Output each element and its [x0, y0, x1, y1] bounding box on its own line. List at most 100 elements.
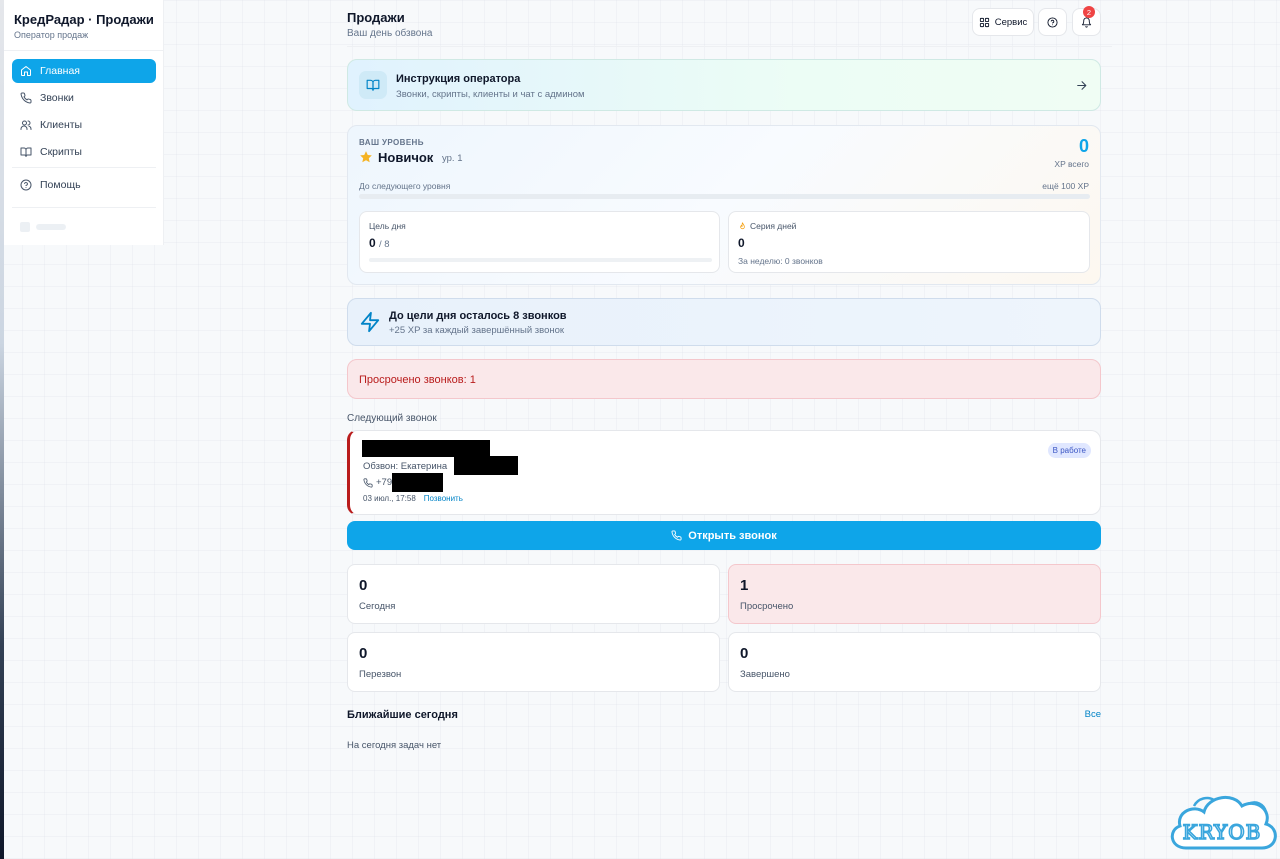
level-label: ВАШ УРОВЕНЬ	[359, 138, 424, 147]
divider	[12, 207, 156, 208]
streak-value: 0	[738, 236, 745, 250]
daily-goal-done: 0	[369, 236, 376, 250]
redacted-phone-digits	[392, 473, 443, 492]
stat-value: 0	[740, 645, 749, 662]
watermark-logo: KRYOB	[1170, 796, 1277, 850]
help-circle-icon	[1047, 16, 1058, 28]
phone-icon	[363, 477, 373, 488]
arrow-right-icon	[1077, 81, 1087, 90]
flame-icon	[740, 221, 745, 229]
sidebar-item-label: Скрипты	[40, 146, 82, 158]
see-all-link[interactable]: Все	[1085, 709, 1101, 720]
call-meta: 03 июл., 17:58 Позвонить	[363, 494, 463, 503]
upcoming-title: Ближайшие сегодня	[347, 709, 458, 721]
page-title: Продажи	[347, 10, 405, 25]
help-circle-icon	[20, 179, 32, 191]
stat-label: Сегодня	[359, 601, 396, 612]
daily-goal-tip: До цели дня осталось 8 звонков +25 XP за…	[347, 298, 1101, 346]
sidebar-item-clients[interactable]: Клиенты	[12, 113, 156, 137]
users-icon	[20, 120, 32, 130]
stat-value: 1	[740, 577, 749, 594]
redacted-campaign-detail	[454, 456, 518, 475]
divider	[12, 167, 156, 168]
sidebar-faded-item	[20, 222, 90, 232]
phone-icon	[671, 530, 682, 541]
xp-progress-bar	[359, 194, 1090, 199]
sidebar-item-label: Главная	[40, 65, 80, 77]
next-level-remaining: ещё 100 XP	[1042, 181, 1089, 191]
tip-title: До цели дня осталось 8 звонков	[389, 310, 567, 322]
sidebar-item-calls[interactable]: Звонки	[12, 86, 156, 110]
notifications-button[interactable]: 2	[1072, 6, 1101, 36]
next-level-label: До следующего уровня	[359, 181, 451, 191]
stat-label: Завершено	[740, 669, 790, 680]
next-call-section-title: Следующий звонок	[347, 413, 437, 424]
stat-label: Перезвон	[359, 669, 402, 680]
stat-overdue[interactable]: 1 Просрочено	[728, 564, 1101, 624]
upcoming-empty-text: На сегодня задач нет	[347, 740, 442, 751]
streak-label-row: Серия дней	[738, 221, 796, 231]
instruction-title: Инструкция оператора	[396, 73, 521, 85]
stat-label: Просрочено	[740, 601, 794, 612]
tip-subtitle: +25 XP за каждый завершённый звонок	[389, 325, 565, 336]
sidebar-item-scripts[interactable]: Скрипты	[12, 140, 156, 164]
overdue-calls-text: Просрочено звонков: 1	[359, 374, 476, 386]
streak-label: Серия дней	[750, 221, 797, 231]
overdue-calls-banner[interactable]: Просрочено звонков: 1	[347, 359, 1101, 399]
call-status-badge: В работе	[1047, 443, 1091, 458]
daily-goal-value: 0 / 8	[369, 236, 390, 250]
stat-completed[interactable]: 0 Завершено	[728, 632, 1101, 692]
book-icon	[20, 147, 32, 157]
sidebar-item-label: Помощь	[40, 179, 81, 191]
open-call-button[interactable]: Открыть звонок	[347, 521, 1101, 550]
phone-icon	[20, 92, 32, 104]
divider	[4, 50, 164, 51]
level-rank: ур. 1	[442, 153, 463, 164]
sidebar-item-help[interactable]: Помощь	[12, 173, 156, 197]
daily-goal-card: Цель дня 0 / 8	[359, 211, 720, 273]
call-datetime: 03 июл., 17:58	[363, 494, 416, 503]
stat-callback[interactable]: 0 Перезвон	[347, 632, 720, 692]
page-subtitle: Ваш день обзвона	[347, 28, 433, 39]
grid-icon	[979, 17, 989, 27]
zap-icon	[360, 311, 380, 333]
brand-title: КредРадар · Продажи	[14, 12, 154, 27]
brand-subtitle: Оператор продаж	[14, 30, 89, 40]
home-icon	[21, 66, 31, 76]
daily-goal-progress-bar	[369, 258, 712, 262]
header-divider	[347, 46, 1112, 47]
sidebar-item-label: Звонки	[40, 92, 74, 104]
call-phone-number: +79	[376, 477, 393, 488]
daily-goal-label: Цель дня	[369, 221, 406, 231]
level-name: Новичок	[378, 150, 434, 165]
call-campaign: Обзвон: Екатерина	[363, 461, 448, 472]
xp-caption: XP всего	[1054, 159, 1089, 169]
watermark-text: KRYOB	[1183, 820, 1262, 844]
redacted-client-name	[362, 440, 490, 457]
operator-instruction-card[interactable]: Инструкция оператора Звонки, скрипты, кл…	[347, 59, 1101, 111]
streak-card: Серия дней 0 За неделю: 0 звонков	[728, 211, 1090, 273]
service-button-label: Сервис	[994, 16, 1028, 28]
instruction-subtitle: Звонки, скрипты, клиенты и чат с админом	[396, 89, 585, 100]
help-button[interactable]	[1038, 8, 1067, 36]
open-call-label: Открыть звонок	[688, 529, 777, 542]
faded-label	[36, 224, 66, 230]
call-now-link[interactable]: Позвонить	[424, 494, 463, 503]
next-call-card[interactable]: Обзвон: Екатерина +79 03 июл., 17:58 Поз…	[347, 430, 1101, 515]
sidebar-item-home[interactable]: Главная	[12, 59, 156, 83]
sidebar: КредРадар · Продажи Оператор продаж Глав…	[4, 0, 164, 245]
level-card: ВАШ УРОВЕНЬ Новичок ур. 1 0 XP всего До …	[347, 125, 1101, 285]
book-open-icon	[359, 71, 387, 99]
stat-value: 0	[359, 577, 368, 594]
sidebar-item-label: Клиенты	[40, 119, 83, 131]
stat-today[interactable]: 0 Сегодня	[347, 564, 720, 624]
stat-value: 0	[359, 645, 368, 662]
streak-week-note: За неделю: 0 звонков	[738, 256, 823, 266]
xp-total: 0	[1078, 136, 1089, 156]
bell-icon	[1081, 17, 1092, 28]
service-button[interactable]: Сервис	[972, 8, 1034, 36]
star-icon	[360, 151, 372, 163]
faded-icon	[20, 222, 30, 232]
daily-goal-total: / 8	[379, 239, 390, 250]
call-phone: +79	[363, 477, 392, 488]
